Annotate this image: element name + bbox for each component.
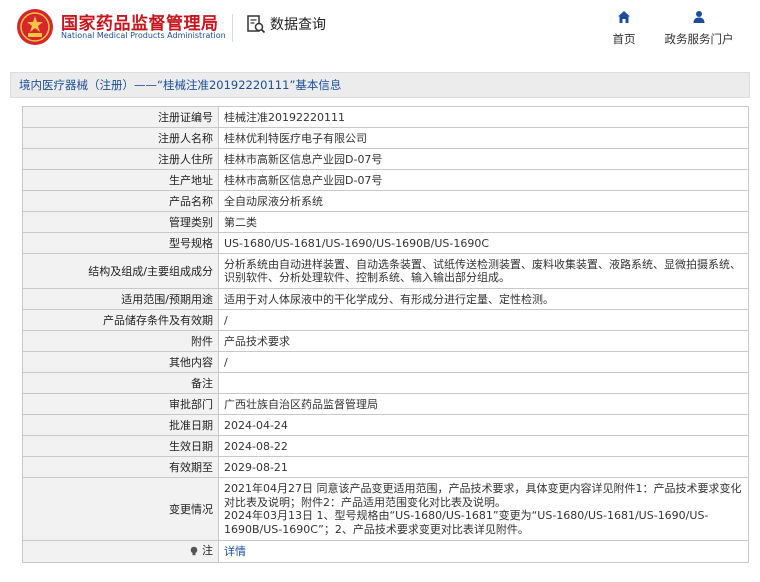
nav-service-portal[interactable]: 政务服务门户 [656,10,742,47]
table-row: 适用范围/预期用途 适用于对人体尿液中的干化学成分、有形成分进行定量、定性检测。 [22,288,749,310]
note-label-cell: 注 [22,540,219,563]
row-value: 2024-08-22 [218,435,749,457]
row-value: / [218,351,749,373]
table-row: 其他内容 / [22,351,749,373]
table-row: 生产地址 桂林市高新区信息产业园D-07号 [22,169,749,191]
nav-service-label: 政务服务门户 [664,32,734,46]
row-value: 桂械注准20192220111 [218,106,749,128]
site-header: 国家药品监督管理局 National Medical Products Admi… [0,0,760,58]
home-icon [618,11,630,23]
table-row: 型号规格 US-1680/US-1681/US-1690/US-1690B/US… [22,232,749,254]
row-value: 桂林市高新区信息产业园D-07号 [218,169,749,191]
row-value: 桂林市高新区信息产业园D-07号 [218,148,749,170]
table-row: 产品储存条件及有效期 / [22,309,749,331]
data-query-link[interactable]: 数据查询 [246,12,326,36]
row-label: 产品储存条件及有效期 [22,309,219,331]
table-row: 注 详情 [22,540,749,563]
header-divider [232,14,233,42]
row-label: 有效期至 [22,456,219,478]
table-row: 备注 [22,372,749,394]
table-row: 批准日期 2024-04-24 [22,414,749,436]
row-label: 其他内容 [22,351,219,373]
change-entry: 2024年03月13日 1、型号规格由“US-1680/US-1681”变更为“… [224,509,709,536]
row-label: 批准日期 [22,414,219,436]
change-history: 2021年04月27日 同意该产品变更适用范围，产品技术要求，具体变更内容详见附… [218,477,749,541]
row-label: 变更情况 [22,477,219,541]
row-value: / [218,309,749,331]
details-link[interactable]: 详情 [224,545,246,558]
record-title-bar: 境内医疗器械（注册）——“桂械注准20192220111”基本信息 [10,72,750,98]
national-emblem-icon [17,9,53,45]
row-label: 产品名称 [22,190,219,212]
table-row: 有效期至 2029-08-21 [22,456,749,478]
row-value: 产品技术要求 [218,330,749,352]
user-icon [693,11,705,23]
table-row: 注册人住所 桂林市高新区信息产业园D-07号 [22,148,749,170]
change-entry: 2021年04月27日 同意该产品变更适用范围，产品技术要求，具体变更内容详见附… [224,482,742,509]
row-label: 管理类别 [22,211,219,233]
row-value: 桂林优利特医疗电子有限公司 [218,127,749,149]
row-label: 型号规格 [22,232,219,254]
row-value: 第二类 [218,211,749,233]
table-row: 产品名称 全自动尿液分析系统 [22,190,749,212]
row-value: 全自动尿液分析系统 [218,190,749,212]
row-value: 分析系统由自动进样装置、自动选条装置、试纸传送检测装置、废料收集装置、液路系统、… [218,253,749,289]
nav-home[interactable]: 首页 [606,10,642,47]
table-row: 注册证编号 桂械注准20192220111 [22,106,749,128]
row-value: US-1680/US-1681/US-1690/US-1690B/US-1690… [218,232,749,254]
registration-info-table: 注册证编号 桂械注准20192220111 注册人名称 桂林优利特医疗电子有限公… [22,106,749,563]
row-label: 结构及组成/主要组成成分 [22,253,219,289]
row-value-cell: 详情 [218,540,749,563]
site-subtitle: National Medical Products Administration [61,31,226,40]
row-label: 注 [202,544,213,557]
table-row: 结构及组成/主要组成成分 分析系统由自动进样装置、自动选条装置、试纸传送检测装置… [22,253,749,289]
row-label: 附件 [22,330,219,352]
lightbulb-icon [190,546,198,555]
row-value: 2029-08-21 [218,456,749,478]
row-label: 注册人名称 [22,127,219,149]
row-value: 广西壮族自治区药品监督管理局 [218,393,749,415]
row-label: 生产地址 [22,169,219,191]
row-value: 2024-04-24 [218,414,749,436]
row-label: 审批部门 [22,393,219,415]
record-title: 境内医疗器械（注册）——“桂械注准20192220111”基本信息 [19,78,342,92]
table-row: 注册人名称 桂林优利特医疗电子有限公司 [22,127,749,149]
table-row: 附件 产品技术要求 [22,330,749,352]
table-row: 生效日期 2024-08-22 [22,435,749,457]
row-label: 备注 [22,372,219,394]
document-search-icon [247,15,266,34]
row-value [218,372,749,394]
data-query-label: 数据查询 [270,17,326,33]
table-row: 管理类别 第二类 [22,211,749,233]
table-row: 变更情况 2021年04月27日 同意该产品变更适用范围，产品技术要求，具体变更… [22,477,749,541]
row-label: 注册证编号 [22,106,219,128]
table-row: 审批部门 广西壮族自治区药品监督管理局 [22,393,749,415]
nav-home-label: 首页 [612,32,636,46]
row-label: 生效日期 [22,435,219,457]
row-label: 注册人住所 [22,148,219,170]
row-label: 适用范围/预期用途 [22,288,219,310]
row-value: 适用于对人体尿液中的干化学成分、有形成分进行定量、定性检测。 [218,288,749,310]
